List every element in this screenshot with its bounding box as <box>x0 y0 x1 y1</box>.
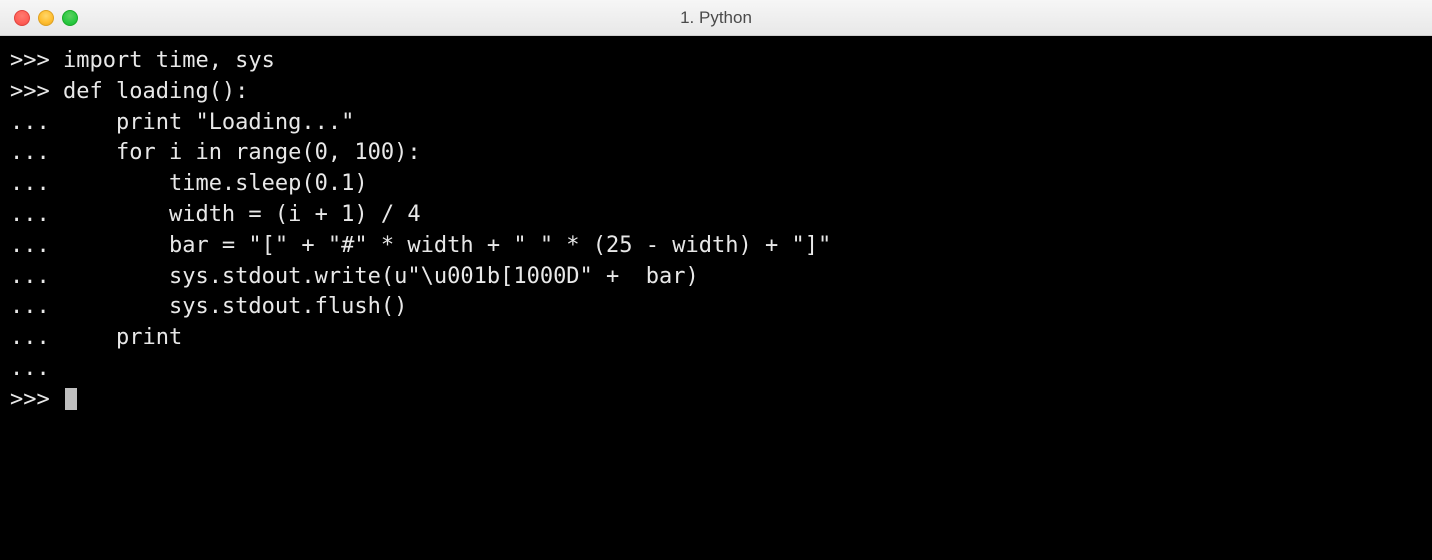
terminal-line: ... bar = "[" + "#" * width + " " * (25 … <box>10 231 1422 262</box>
repl-prompt: ... <box>10 325 50 350</box>
close-icon[interactable] <box>14 10 30 26</box>
terminal-line: >>> import time, sys <box>10 46 1422 77</box>
terminal-line: ... sys.stdout.flush() <box>10 292 1422 323</box>
repl-prompt: >>> <box>10 79 50 104</box>
repl-prompt: ... <box>10 294 50 319</box>
repl-prompt: ... <box>10 356 50 381</box>
repl-text: sys.stdout.flush() <box>50 294 408 319</box>
terminal-line: >>> def loading(): <box>10 77 1422 108</box>
repl-text: bar = "[" + "#" * width + " " * (25 - wi… <box>50 233 831 258</box>
repl-prompt: ... <box>10 202 50 227</box>
repl-prompt: ... <box>10 110 50 135</box>
terminal-output[interactable]: >>> import time, sys>>> def loading():..… <box>0 36 1432 560</box>
repl-prompt: ... <box>10 264 50 289</box>
repl-prompt: ... <box>10 171 50 196</box>
terminal-line: ... time.sleep(0.1) <box>10 169 1422 200</box>
terminal-line: ... print "Loading..." <box>10 108 1422 139</box>
repl-prompt: ... <box>10 140 50 165</box>
terminal-line: ... width = (i + 1) / 4 <box>10 200 1422 231</box>
repl-text: width = (i + 1) / 4 <box>50 202 421 227</box>
terminal-window: 1. Python >>> import time, sys>>> def lo… <box>0 0 1432 560</box>
repl-text: sys.stdout.write(u"\u001b[1000D" + bar) <box>50 264 699 289</box>
window-title: 1. Python <box>680 8 752 28</box>
repl-text: print <box>50 325 182 350</box>
terminal-line: ... <box>10 354 1422 385</box>
repl-prompt: >>> <box>10 48 50 73</box>
terminal-line: >>> <box>10 385 1422 416</box>
cursor-icon <box>65 388 77 410</box>
minimize-icon[interactable] <box>38 10 54 26</box>
repl-text: import time, sys <box>50 48 275 73</box>
terminal-line: ... for i in range(0, 100): <box>10 138 1422 169</box>
titlebar: 1. Python <box>0 0 1432 36</box>
repl-prompt: >>> <box>10 387 50 412</box>
repl-text: print "Loading..." <box>50 110 355 135</box>
terminal-line: ... sys.stdout.write(u"\u001b[1000D" + b… <box>10 262 1422 293</box>
repl-text: time.sleep(0.1) <box>50 171 368 196</box>
traffic-lights <box>14 10 78 26</box>
repl-text <box>50 387 63 412</box>
repl-prompt: ... <box>10 233 50 258</box>
repl-text: def loading(): <box>50 79 249 104</box>
maximize-icon[interactable] <box>62 10 78 26</box>
terminal-line: ... print <box>10 323 1422 354</box>
repl-text: for i in range(0, 100): <box>50 140 421 165</box>
